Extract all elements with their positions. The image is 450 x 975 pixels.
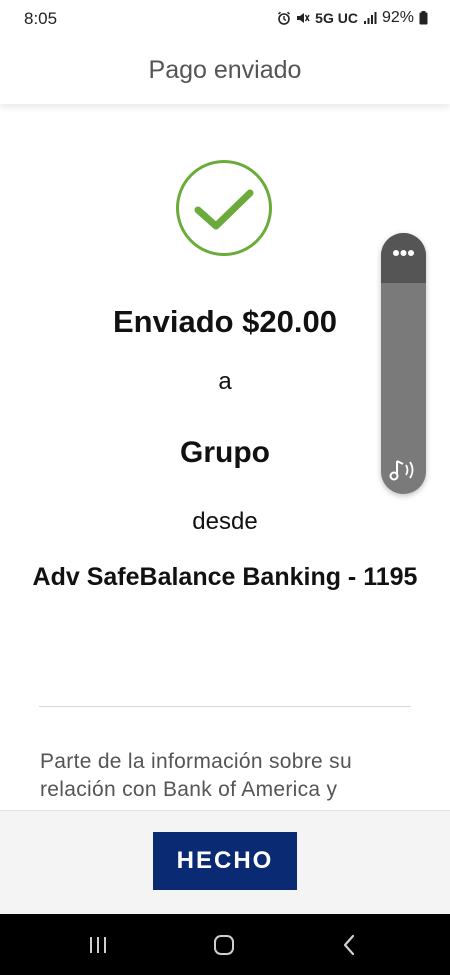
page-title: Pago enviado: [148, 56, 302, 84]
success-badge: [176, 160, 272, 256]
battery-percent: 92%: [381, 9, 414, 26]
system-navigation-bar: [0, 914, 450, 975]
floating-panel-header[interactable]: [381, 233, 426, 283]
mute-icon: [296, 11, 310, 25]
source-account: Adv SafeBalance Banking - 1195: [32, 563, 418, 591]
recents-icon[interactable]: [85, 932, 111, 958]
status-indicators: 5G UC 92%: [277, 9, 428, 27]
app-header: Pago enviado: [0, 38, 450, 104]
status-bar: 8:05 5G UC 92%: [0, 0, 450, 38]
divider: [39, 706, 411, 707]
battery-icon: [419, 11, 428, 25]
floating-media-panel[interactable]: [381, 233, 426, 494]
network-label: 5G UC: [315, 10, 358, 26]
status-time: 8:05: [24, 9, 58, 28]
bottom-action-bar: HECHO: [0, 810, 450, 914]
signal-icon: [363, 11, 377, 25]
back-icon[interactable]: [337, 932, 363, 958]
done-button[interactable]: HECHO: [153, 832, 297, 890]
info-disclosure-text: Parte de la información sobre su relació…: [40, 750, 352, 801]
check-icon: [194, 189, 254, 230]
more-dots-icon[interactable]: [381, 233, 426, 273]
music-note-icon[interactable]: [388, 457, 420, 483]
alarm-icon: [277, 11, 291, 25]
from-label: desde: [192, 508, 258, 535]
home-icon[interactable]: [211, 932, 237, 958]
